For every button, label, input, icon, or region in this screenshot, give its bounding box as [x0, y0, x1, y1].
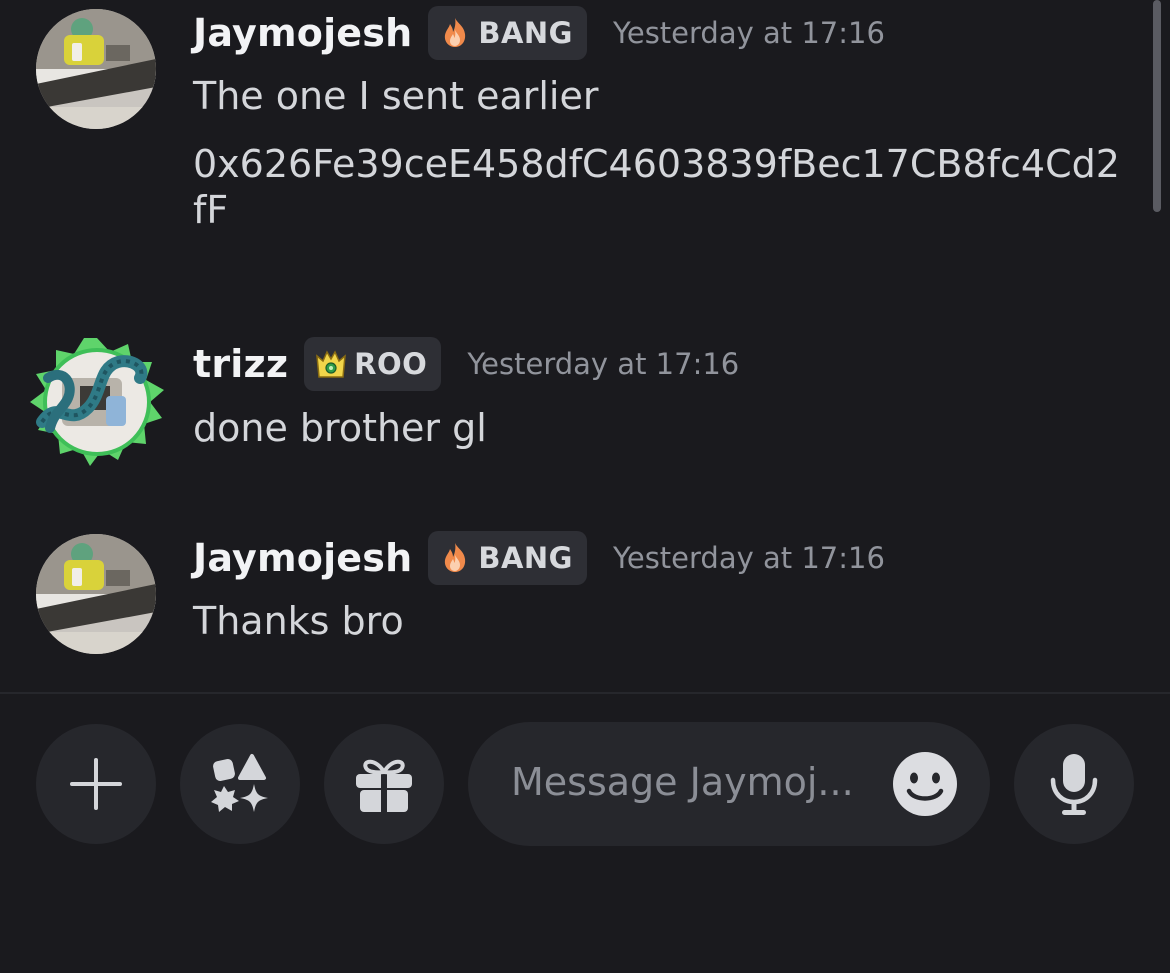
message-text: The one I sent earlier: [193, 74, 599, 118]
chat-screen: Jaymojesh BANG Yesterday at 17:16 The on…: [0, 0, 1170, 973]
message-text: 0x626Fe39ceE458dfC4603839fBec17CB8fc4Cd2…: [193, 142, 1120, 232]
timestamp: Yesterday at 17:16: [612, 16, 885, 50]
username[interactable]: trizz: [193, 342, 288, 386]
avatar[interactable]: [28, 338, 166, 468]
message-input[interactable]: Message Jaymoj...: [468, 722, 990, 846]
flame-icon: [445, 18, 466, 47]
add-attachment-button[interactable]: [36, 724, 156, 844]
emoji-button[interactable]: [892, 751, 958, 817]
message-input-placeholder: Message Jaymoj...: [511, 760, 854, 804]
server-tag-label: ROO: [354, 347, 428, 381]
plus-icon: [70, 758, 122, 810]
server-tag-label: BANG: [478, 16, 573, 50]
avatar[interactable]: [36, 9, 156, 129]
avatar[interactable]: [36, 534, 156, 654]
apps-icon: [211, 754, 268, 812]
message-text: Thanks bro: [193, 599, 404, 643]
composer-divider: [0, 692, 1170, 694]
message-text: done brother gl: [193, 406, 487, 450]
server-tag[interactable]: ROO: [304, 337, 442, 391]
timestamp: Yesterday at 17:16: [467, 347, 740, 381]
message-header: Jaymojesh BANG Yesterday at 17:16: [193, 5, 885, 61]
flame-icon: [445, 543, 466, 572]
message-content: Thanks bro: [193, 598, 1133, 644]
voice-message-button[interactable]: [1014, 724, 1134, 844]
crown-icon: [316, 350, 347, 378]
timestamp: Yesterday at 17:16: [612, 541, 885, 575]
server-tag-label: BANG: [478, 541, 573, 575]
server-tag[interactable]: BANG: [428, 531, 587, 585]
username[interactable]: Jaymojesh: [193, 11, 412, 55]
message-content: done brother gl: [193, 405, 1133, 451]
microphone-icon: [1050, 754, 1098, 815]
message-header: Jaymojesh BANG Yesterday at 17:16: [193, 530, 885, 586]
emoji-icon: [893, 752, 957, 816]
gift-icon: [356, 759, 412, 814]
server-tag[interactable]: BANG: [428, 6, 587, 60]
scrollbar[interactable]: [1153, 0, 1161, 212]
gift-button[interactable]: [324, 724, 444, 844]
message-header: trizz ROO Yesterday at 17:16: [193, 336, 739, 392]
apps-button[interactable]: [180, 724, 300, 844]
username[interactable]: Jaymojesh: [193, 536, 412, 580]
message-content: The one I sent earlier 0x626Fe39ceE458df…: [193, 73, 1133, 233]
